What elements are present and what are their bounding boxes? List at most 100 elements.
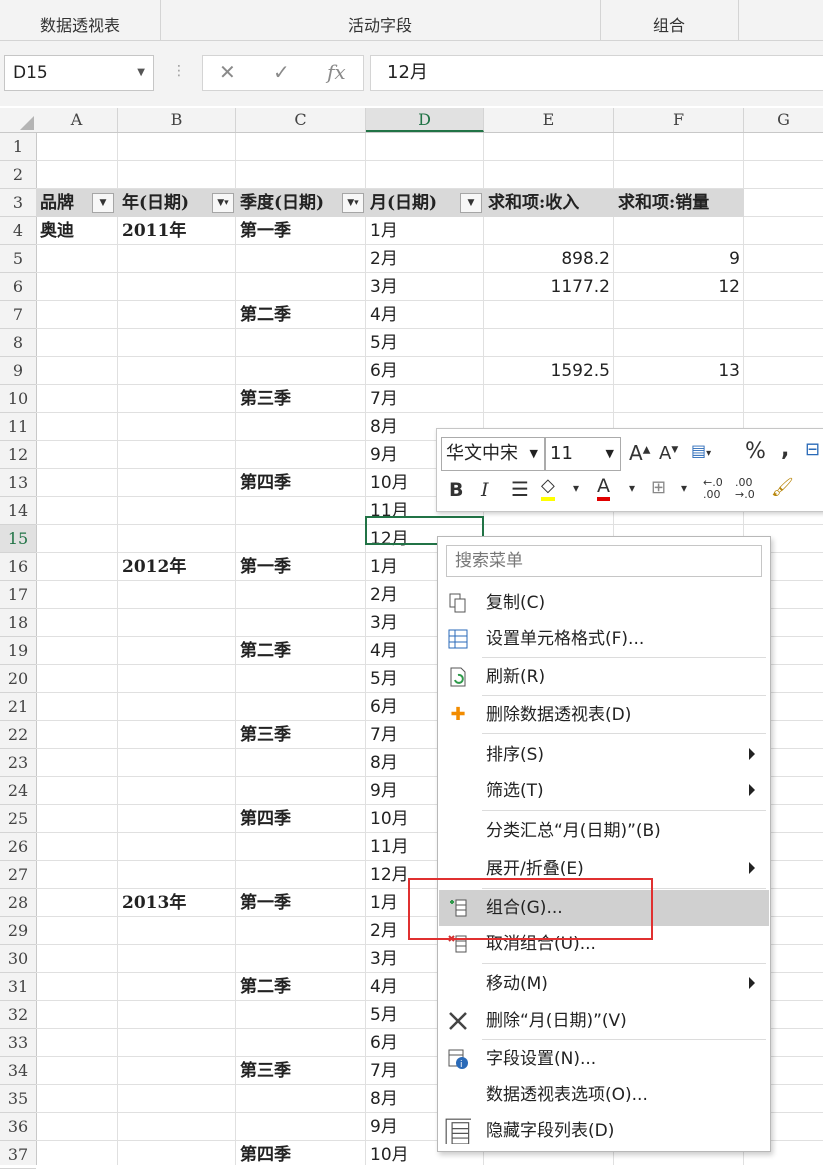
filter-dropdown-icon[interactable]: ▼ xyxy=(460,193,482,213)
row-header[interactable]: 10 xyxy=(0,385,36,413)
pivot-header-month[interactable]: 月(日期) xyxy=(370,189,462,217)
chevron-down-icon[interactable]: ▼ xyxy=(530,438,538,470)
borders-icon[interactable]: ⊞ xyxy=(651,477,666,498)
chevron-down-icon[interactable]: ▾ xyxy=(629,481,635,495)
row-header[interactable]: 25 xyxy=(0,805,36,833)
row-header[interactable]: 35 xyxy=(0,1085,36,1113)
name-box[interactable]: D15 ▼ xyxy=(4,55,154,91)
row-header[interactable]: 36 xyxy=(0,1113,36,1141)
row-header[interactable]: 19 xyxy=(0,637,36,665)
pivot-month-label[interactable]: 6月 xyxy=(370,357,482,385)
pivot-header-brand[interactable]: 品牌 xyxy=(40,189,96,217)
pivot-quarter-label[interactable]: 第二季 xyxy=(240,973,364,1001)
row-header[interactable]: 21 xyxy=(0,693,36,721)
row-header[interactable]: 9 xyxy=(0,357,36,385)
fill-color-icon[interactable]: ◇ xyxy=(541,475,555,501)
row-header[interactable]: 24 xyxy=(0,777,36,805)
menu-item-field-settings[interactable]: i 字段设置(N)... xyxy=(439,1041,769,1077)
pivot-quarter-label[interactable]: 第三季 xyxy=(240,1057,364,1085)
ribbon-group-pivottable[interactable]: 数据透视表 xyxy=(0,0,161,40)
menu-item-sort[interactable]: 排序(S) xyxy=(439,737,769,773)
row-header[interactable]: 33 xyxy=(0,1029,36,1057)
row-header[interactable]: 7 xyxy=(0,301,36,329)
filter-applied-icon[interactable]: ▼▾ xyxy=(212,193,234,213)
ribbon-group-group[interactable]: 组合 xyxy=(600,0,739,40)
row-header[interactable]: 29 xyxy=(0,917,36,945)
pivot-month-label[interactable]: 4月 xyxy=(370,301,482,329)
chevron-down-icon[interactable]: ▾ xyxy=(681,481,687,495)
row-header[interactable]: 1 xyxy=(0,133,36,161)
pivot-month-label[interactable]: 3月 xyxy=(370,273,482,301)
pivot-brand-label[interactable]: 奥迪 xyxy=(40,217,116,245)
menu-search-input[interactable]: 搜索菜单 xyxy=(446,545,762,577)
pivot-quarter-label[interactable]: 第四季 xyxy=(240,469,364,497)
menu-item-copy[interactable]: 复制(C) xyxy=(439,585,769,621)
italic-icon[interactable]: I xyxy=(481,479,489,501)
menu-item-remove-field[interactable]: 删除“月(日期)”(V) xyxy=(439,1003,769,1039)
format-painter-icon[interactable]: 🖌 xyxy=(771,477,794,498)
pivot-header-sales[interactable]: 求和项:销量 xyxy=(618,189,744,217)
chevron-down-icon[interactable]: ▼ xyxy=(137,56,145,90)
row-header[interactable]: 11 xyxy=(0,413,36,441)
column-header-g[interactable]: G xyxy=(744,108,823,132)
pivot-quarter-label[interactable]: 第四季 xyxy=(240,805,364,833)
menu-item-delete-pivot[interactable]: ✚ 删除数据透视表(D) xyxy=(439,697,769,733)
menu-item-ungroup[interactable]: 取消组合(U)... xyxy=(439,926,769,962)
menu-item-pivot-options[interactable]: 数据透视表选项(O)... xyxy=(439,1077,769,1113)
pivot-sales-value[interactable]: 13 xyxy=(614,357,740,385)
pivot-year-label[interactable]: 2012年 xyxy=(122,553,232,581)
pivot-sales-value[interactable]: 12 xyxy=(614,273,740,301)
check-icon[interactable]: ✓ xyxy=(273,60,290,84)
row-header[interactable]: 4 xyxy=(0,217,36,245)
formula-input[interactable]: 12月 xyxy=(370,55,823,91)
increase-font-size-icon[interactable]: A▲ xyxy=(629,441,650,465)
row-header[interactable]: 17 xyxy=(0,581,36,609)
pivot-quarter-label[interactable]: 第二季 xyxy=(240,637,364,665)
pivot-quarter-label[interactable]: 第一季 xyxy=(240,553,364,581)
pivot-quarter-label[interactable]: 第三季 xyxy=(240,721,364,749)
font-name-combo[interactable]: 华文中宋 ▼ xyxy=(441,437,545,471)
pivot-year-label[interactable]: 2011年 xyxy=(122,217,232,245)
row-header[interactable]: 2 xyxy=(0,161,36,189)
center-align-icon[interactable]: ☰ xyxy=(511,477,529,501)
menu-item-refresh[interactable]: 刷新(R) xyxy=(439,659,769,695)
row-header[interactable]: 3 xyxy=(0,189,36,217)
row-header[interactable]: 5 xyxy=(0,245,36,273)
pivot-month-label[interactable]: 1月 xyxy=(370,217,482,245)
row-header[interactable]: 18 xyxy=(0,609,36,637)
row-header[interactable]: 30 xyxy=(0,945,36,973)
pivot-quarter-label[interactable]: 第四季 xyxy=(240,1141,364,1165)
row-header-active[interactable]: 15 xyxy=(0,525,36,553)
pivot-month-label[interactable]: 2月 xyxy=(370,245,482,273)
pivot-header-year[interactable]: 年(日期) xyxy=(122,189,214,217)
column-header-d[interactable]: D xyxy=(366,108,484,132)
pivot-month-label[interactable]: 7月 xyxy=(370,385,482,413)
merge-cells-icon[interactable]: ⊟ xyxy=(805,439,820,460)
pivot-quarter-label[interactable]: 第一季 xyxy=(240,889,364,917)
row-header[interactable]: 8 xyxy=(0,329,36,357)
pivot-revenue-value[interactable]: 1592.5 xyxy=(484,357,610,385)
column-header-a[interactable]: A xyxy=(36,108,118,132)
row-header[interactable]: 6 xyxy=(0,273,36,301)
drag-handle-icon[interactable]: ⋮ xyxy=(172,63,187,79)
row-header[interactable]: 14 xyxy=(0,497,36,525)
row-header[interactable]: 27 xyxy=(0,861,36,889)
filter-applied-icon[interactable]: ▼▾ xyxy=(342,193,364,213)
column-header-e[interactable]: E xyxy=(484,108,614,132)
pivot-month-label[interactable]: 5月 xyxy=(370,329,482,357)
chevron-down-icon[interactable]: ▼ xyxy=(606,438,614,470)
row-header[interactable]: 28 xyxy=(0,889,36,917)
font-color-icon[interactable]: A xyxy=(597,475,610,501)
ribbon-group-active-field[interactable]: 活动字段 xyxy=(160,0,601,40)
bold-icon[interactable]: B xyxy=(449,479,463,501)
pivot-revenue-value[interactable]: 898.2 xyxy=(484,245,610,273)
font-size-combo[interactable]: 11 ▼ xyxy=(545,437,621,471)
insert-function-icon[interactable]: fx xyxy=(327,60,346,84)
row-header[interactable]: 12 xyxy=(0,441,36,469)
accounting-format-icon[interactable]: ▤▾ xyxy=(691,441,711,460)
percent-style-icon[interactable]: % xyxy=(745,439,766,464)
column-header-c[interactable]: C xyxy=(236,108,366,132)
filter-dropdown-icon[interactable]: ▼ xyxy=(92,193,114,213)
menu-item-subtotal[interactable]: 分类汇总“月(日期)”(B) xyxy=(439,813,769,849)
pivot-revenue-value[interactable]: 1177.2 xyxy=(484,273,610,301)
